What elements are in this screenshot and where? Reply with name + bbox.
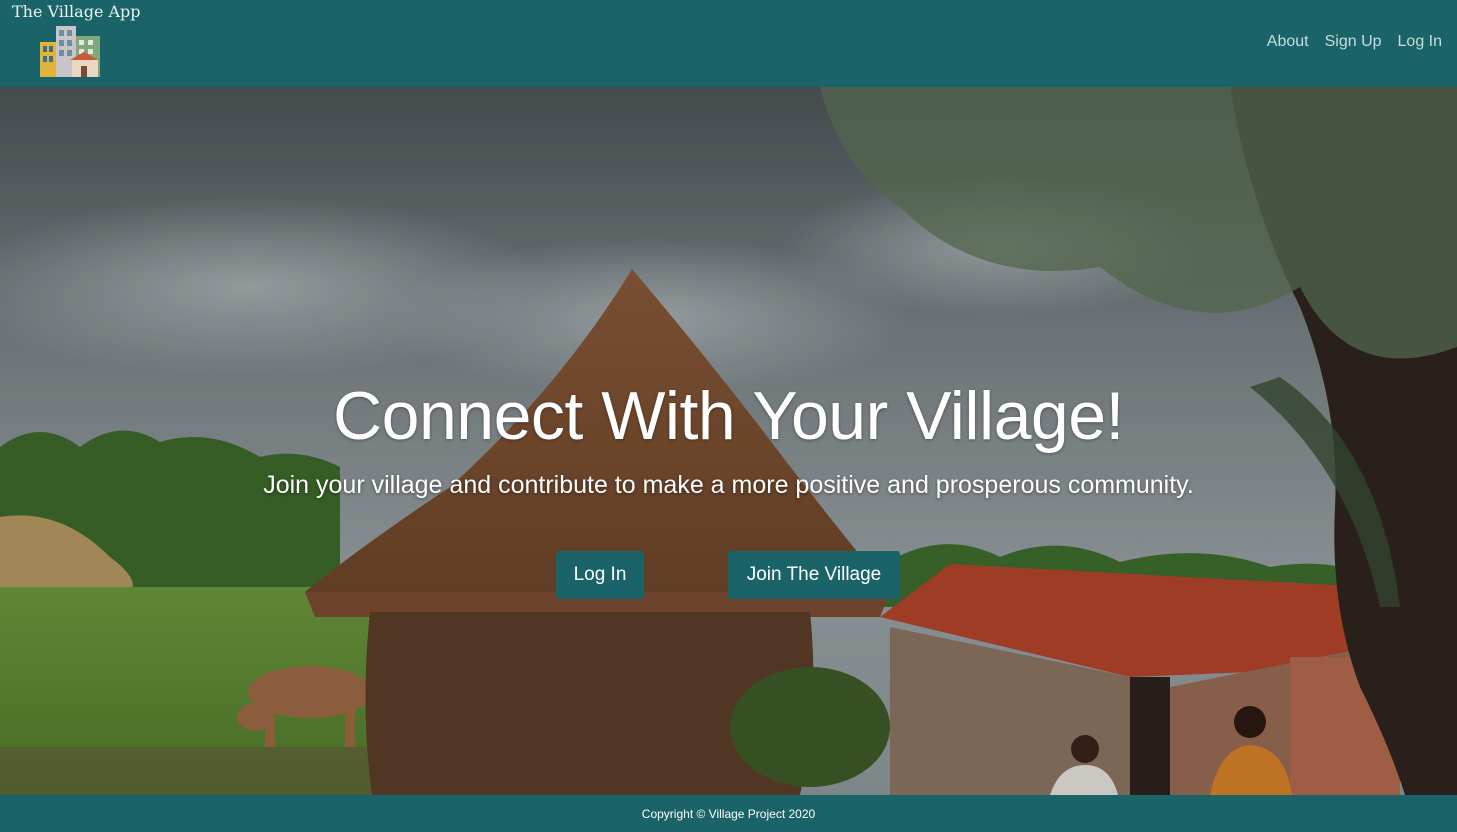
footer: Copyright © Village Project 2020 [0, 795, 1457, 832]
hero-subtitle: Join your village and contribute to make… [263, 471, 1194, 499]
nav-link-sign-up[interactable]: Sign Up [1325, 33, 1382, 51]
hero-section: Connect With Your Village! Join your vil… [0, 87, 1457, 795]
join-village-button[interactable]: Join The Village [728, 551, 900, 599]
nav-link-log-in[interactable]: Log In [1398, 33, 1442, 51]
navbar: The Village App About Sign Up Log In [0, 0, 1457, 87]
brand-title[interactable]: The Village App [12, 2, 141, 21]
log-in-button[interactable]: Log In [556, 551, 644, 599]
village-buildings-icon[interactable] [38, 26, 102, 79]
nav-link-about[interactable]: About [1267, 33, 1309, 51]
footer-copyright: Copyright © Village Project 2020 [641, 806, 816, 821]
nav-links: About Sign Up Log In [1267, 33, 1442, 51]
hero-title: Connect With Your Village! [333, 378, 1124, 454]
